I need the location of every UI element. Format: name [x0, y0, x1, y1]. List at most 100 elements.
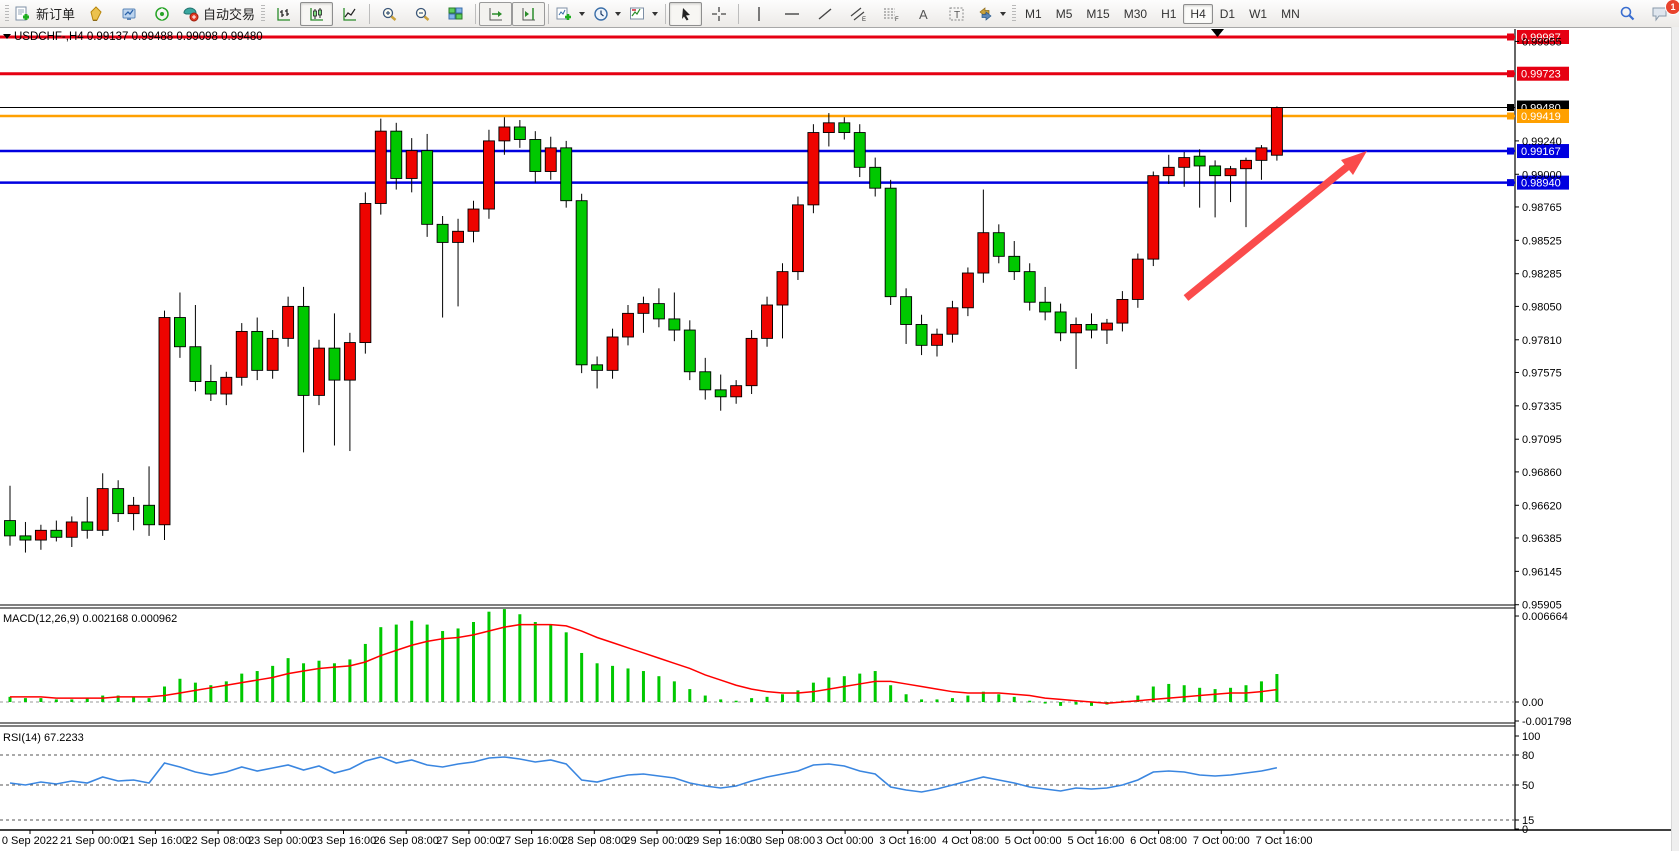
timeframe-M5[interactable]: M5 — [1049, 4, 1080, 24]
candle-up — [978, 233, 989, 273]
toolbar-drag-handle[interactable] — [5, 5, 9, 23]
chat-button[interactable]: 1 — [1643, 2, 1676, 26]
trendline-icon — [817, 6, 833, 22]
new-order-button[interactable]: 新订单 — [11, 2, 79, 26]
toolbar-drag-handle[interactable] — [261, 5, 265, 23]
time-tick-label: 26 Sep 08:00 — [373, 835, 438, 847]
price-line-label: 0.99723 — [1521, 69, 1561, 81]
new-order-icon — [15, 6, 32, 22]
cursor-icon — [678, 6, 694, 22]
auto-scroll-icon — [487, 6, 505, 22]
candle-up — [638, 304, 649, 314]
price-tick-label: 0.97575 — [1522, 367, 1562, 379]
time-tick-label: 0 Sep 2022 — [2, 835, 58, 847]
chevron-down-icon — [652, 12, 658, 16]
candlestick-chart-button[interactable] — [300, 2, 333, 26]
time-tick-label: 5 Oct 00:00 — [1005, 835, 1062, 847]
price-tick-label: 0.99240 — [1522, 136, 1562, 148]
candle-up — [808, 133, 819, 205]
toolbar: 新订单 自动交易 — [0, 0, 1679, 28]
tile-windows-button[interactable] — [439, 2, 472, 26]
candle-up — [406, 151, 417, 179]
candle-down — [205, 382, 216, 395]
zoom-in-icon — [381, 6, 399, 22]
candle-up — [1225, 169, 1236, 176]
cursor-button[interactable] — [669, 2, 702, 26]
vertical-line-button[interactable] — [742, 2, 775, 26]
text-label-button[interactable]: T — [940, 2, 973, 26]
candle-up — [344, 343, 355, 381]
auto-scroll-button[interactable] — [479, 2, 512, 26]
timeframe-M30[interactable]: M30 — [1117, 4, 1154, 24]
horizontal-line-button[interactable] — [775, 2, 808, 26]
crosshair-icon — [711, 6, 727, 22]
timeframe-H1[interactable]: H1 — [1154, 4, 1183, 24]
rsi-label: RSI(14) 67.2233 — [3, 732, 84, 744]
candle-down — [437, 224, 448, 242]
market-watch-button[interactable] — [112, 2, 145, 26]
line-chart-button[interactable] — [333, 2, 366, 26]
price-tick-label: 0.96145 — [1522, 566, 1562, 578]
trendline-button[interactable] — [808, 2, 841, 26]
fibonacci-button[interactable]: F — [874, 2, 907, 26]
candle-up — [221, 377, 232, 394]
time-tick-label: 7 Oct 00:00 — [1193, 835, 1250, 847]
candle-up — [607, 337, 618, 370]
periods-button[interactable] — [589, 2, 625, 26]
time-tick-label: 6 Oct 08:00 — [1130, 835, 1187, 847]
auto-trading-icon — [182, 6, 199, 22]
signal-icon — [154, 6, 170, 22]
candle-up — [962, 273, 973, 308]
chevron-down-icon — [579, 12, 585, 16]
text-a-icon: A — [917, 6, 931, 22]
timeframe-W1[interactable]: W1 — [1242, 4, 1274, 24]
timeframe-D1[interactable]: D1 — [1213, 4, 1242, 24]
time-tick-label: 27 Sep 00:00 — [436, 835, 501, 847]
timeframe-MN[interactable]: MN — [1274, 4, 1307, 24]
clock-icon — [593, 6, 609, 22]
timeframe-M15[interactable]: M15 — [1079, 4, 1116, 24]
text-button[interactable]: A — [907, 2, 940, 26]
auto-trading-button[interactable]: 自动交易 — [178, 2, 259, 26]
candlestick-icon — [308, 6, 326, 22]
chart-shift-button[interactable] — [512, 2, 545, 26]
candle-down — [576, 201, 587, 365]
macd-tick-label: 0.006664 — [1522, 611, 1568, 623]
signals-button[interactable] — [145, 2, 178, 26]
equidistant-channel-button[interactable]: E — [841, 2, 874, 26]
rsi-tick-label: 0 — [1522, 824, 1528, 836]
timeframe-M1[interactable]: M1 — [1018, 4, 1049, 24]
search-button[interactable] — [1610, 2, 1643, 26]
trend-arrow[interactable] — [1186, 167, 1347, 298]
candle-up — [545, 148, 556, 172]
candle-down — [901, 297, 912, 325]
candle-up — [236, 331, 247, 377]
candle-down — [190, 347, 201, 382]
fibo-sub-label: F — [895, 17, 899, 22]
history-center-button[interactable] — [79, 2, 112, 26]
chart-area[interactable]: 0.999870.997230.994800.994190.991670.989… — [0, 27, 1679, 851]
bar-chart-button[interactable] — [267, 2, 300, 26]
indicators-button[interactable] — [552, 2, 589, 26]
templates-button[interactable] — [625, 2, 662, 26]
level-anchor — [1507, 148, 1514, 155]
candle-up — [35, 530, 46, 540]
level-anchor — [1507, 70, 1514, 77]
zoom-out-button[interactable] — [406, 2, 439, 26]
mt4-window: { "toolbar": { "new_order": "新订单", "auto… — [0, 0, 1679, 851]
candle-up — [1179, 158, 1190, 168]
arrows-button[interactable] — [973, 2, 1010, 26]
candle-down — [653, 304, 664, 319]
time-tick-label: 4 Oct 08:00 — [942, 835, 999, 847]
candle-up — [468, 209, 479, 231]
zoom-in-button[interactable] — [373, 2, 406, 26]
channel-sub-label: E — [862, 17, 866, 22]
window-edge — [1671, 27, 1679, 851]
candle-up — [731, 386, 742, 397]
toolbar-drag-handle[interactable] — [1012, 5, 1016, 23]
candle-up — [1271, 108, 1282, 156]
candle-up — [483, 141, 494, 209]
timeframe-H4[interactable]: H4 — [1183, 4, 1212, 24]
crosshair-button[interactable] — [702, 2, 735, 26]
rsi-tick-label: 100 — [1522, 731, 1540, 743]
